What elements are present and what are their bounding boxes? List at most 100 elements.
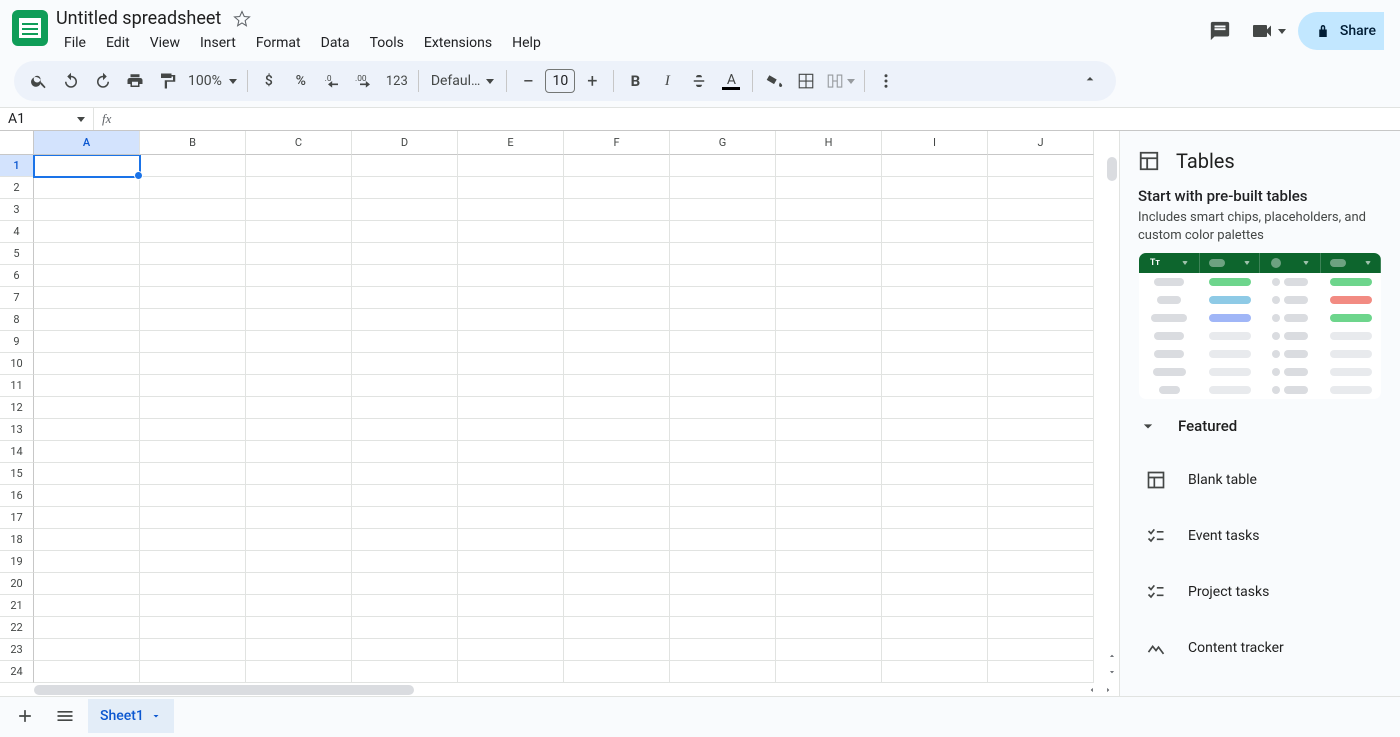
scroll-up-icon[interactable]: [1105, 649, 1119, 663]
cell-C22[interactable]: [246, 617, 352, 639]
cell-J20[interactable]: [988, 573, 1094, 595]
cell-A4[interactable]: [34, 221, 140, 243]
format-percent-icon[interactable]: %: [286, 66, 316, 96]
cell-B13[interactable]: [140, 419, 246, 441]
cell-G17[interactable]: [670, 507, 776, 529]
cell-G6[interactable]: [670, 265, 776, 287]
cell-A7[interactable]: [34, 287, 140, 309]
cell-G23[interactable]: [670, 639, 776, 661]
cell-D12[interactable]: [352, 397, 458, 419]
row-header-3[interactable]: 3: [0, 199, 34, 221]
cell-B7[interactable]: [140, 287, 246, 309]
cell-G10[interactable]: [670, 353, 776, 375]
more-icon[interactable]: [871, 66, 901, 96]
cell-F7[interactable]: [564, 287, 670, 309]
cell-D4[interactable]: [352, 221, 458, 243]
strikethrough-icon[interactable]: [684, 66, 714, 96]
cell-E21[interactable]: [458, 595, 564, 617]
cell-J6[interactable]: [988, 265, 1094, 287]
cell-A5[interactable]: [34, 243, 140, 265]
menu-view[interactable]: View: [142, 31, 188, 55]
star-icon[interactable]: [233, 10, 251, 28]
cell-A13[interactable]: [34, 419, 140, 441]
cell-G8[interactable]: [670, 309, 776, 331]
cell-F5[interactable]: [564, 243, 670, 265]
cell-D2[interactable]: [352, 177, 458, 199]
cell-C23[interactable]: [246, 639, 352, 661]
row-header-18[interactable]: 18: [0, 529, 34, 551]
borders-icon[interactable]: [791, 66, 821, 96]
cell-C3[interactable]: [246, 199, 352, 221]
cell-I14[interactable]: [882, 441, 988, 463]
cell-J3[interactable]: [988, 199, 1094, 221]
cell-J4[interactable]: [988, 221, 1094, 243]
cell-F21[interactable]: [564, 595, 670, 617]
column-header-A[interactable]: A: [34, 131, 140, 155]
cell-B8[interactable]: [140, 309, 246, 331]
cell-A22[interactable]: [34, 617, 140, 639]
cell-C11[interactable]: [246, 375, 352, 397]
cell-I24[interactable]: [882, 661, 988, 683]
document-title[interactable]: Untitled spreadsheet: [56, 8, 221, 29]
increase-font-size-icon[interactable]: +: [577, 66, 607, 96]
cell-C2[interactable]: [246, 177, 352, 199]
menu-format[interactable]: Format: [248, 31, 309, 55]
cell-B12[interactable]: [140, 397, 246, 419]
cell-A24[interactable]: [34, 661, 140, 683]
cell-H1[interactable]: [776, 155, 882, 177]
column-header-H[interactable]: H: [776, 131, 882, 155]
cell-I16[interactable]: [882, 485, 988, 507]
cell-I5[interactable]: [882, 243, 988, 265]
cell-G3[interactable]: [670, 199, 776, 221]
cell-I11[interactable]: [882, 375, 988, 397]
cell-A14[interactable]: [34, 441, 140, 463]
cell-E7[interactable]: [458, 287, 564, 309]
horizontal-scrollbar[interactable]: [34, 685, 414, 695]
cell-G7[interactable]: [670, 287, 776, 309]
row-header-21[interactable]: 21: [0, 595, 34, 617]
cell-D23[interactable]: [352, 639, 458, 661]
cell-C5[interactable]: [246, 243, 352, 265]
redo-icon[interactable]: [88, 66, 118, 96]
row-header-5[interactable]: 5: [0, 243, 34, 265]
cell-E5[interactable]: [458, 243, 564, 265]
cell-C1[interactable]: [246, 155, 352, 177]
fill-color-icon[interactable]: [759, 66, 789, 96]
cell-J1[interactable]: [988, 155, 1094, 177]
column-header-G[interactable]: G: [670, 131, 776, 155]
cell-I21[interactable]: [882, 595, 988, 617]
column-header-E[interactable]: E: [458, 131, 564, 155]
cell-F8[interactable]: [564, 309, 670, 331]
cell-A2[interactable]: [34, 177, 140, 199]
cell-F15[interactable]: [564, 463, 670, 485]
cell-E14[interactable]: [458, 441, 564, 463]
cell-F16[interactable]: [564, 485, 670, 507]
cell-I8[interactable]: [882, 309, 988, 331]
cell-H12[interactable]: [776, 397, 882, 419]
fx-icon[interactable]: fx: [94, 111, 119, 127]
cell-I7[interactable]: [882, 287, 988, 309]
row-header-8[interactable]: 8: [0, 309, 34, 331]
cell-I10[interactable]: [882, 353, 988, 375]
cell-C13[interactable]: [246, 419, 352, 441]
font-family-select[interactable]: Defaul…: [425, 66, 501, 96]
cell-H13[interactable]: [776, 419, 882, 441]
menu-insert[interactable]: Insert: [192, 31, 244, 55]
template-event-tasks[interactable]: Event tasks: [1138, 508, 1382, 564]
cell-G21[interactable]: [670, 595, 776, 617]
formula-input[interactable]: [119, 108, 1400, 130]
all-sheets-icon[interactable]: [48, 699, 82, 733]
vertical-scrollbar[interactable]: [1107, 157, 1117, 181]
cell-F17[interactable]: [564, 507, 670, 529]
menu-file[interactable]: File: [56, 31, 94, 55]
cell-D15[interactable]: [352, 463, 458, 485]
cell-D19[interactable]: [352, 551, 458, 573]
cell-E15[interactable]: [458, 463, 564, 485]
cell-H17[interactable]: [776, 507, 882, 529]
cell-H22[interactable]: [776, 617, 882, 639]
cell-B18[interactable]: [140, 529, 246, 551]
row-header-15[interactable]: 15: [0, 463, 34, 485]
cell-C21[interactable]: [246, 595, 352, 617]
cell-A18[interactable]: [34, 529, 140, 551]
cell-D13[interactable]: [352, 419, 458, 441]
